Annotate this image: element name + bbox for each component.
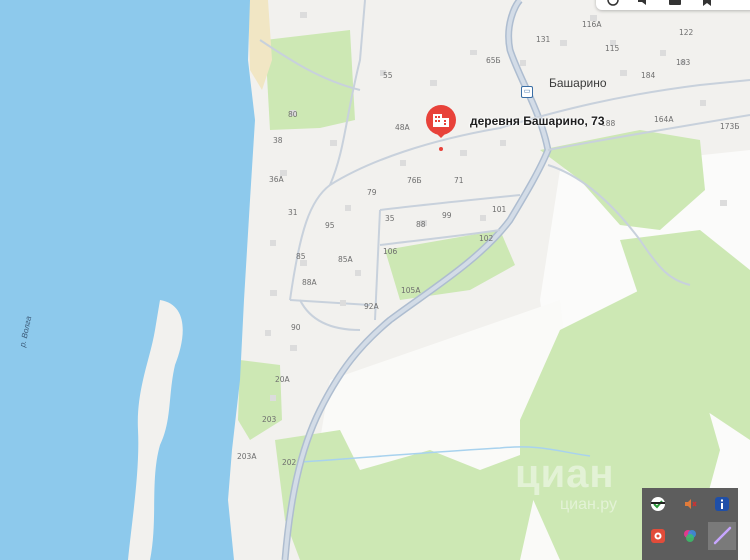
house-number: 65Б [486, 56, 501, 65]
house-number: 184 [641, 71, 656, 80]
house-number: 90 [291, 323, 301, 332]
river-volga [0, 0, 255, 560]
screenshot-icon[interactable] [668, 0, 682, 7]
house-number: 71 [454, 176, 464, 185]
watermark: циан [515, 452, 615, 496]
house-number: 203 [262, 415, 277, 424]
house-number: 88 [416, 220, 426, 229]
house-number: 79 [367, 188, 377, 197]
house-number: 38 [273, 136, 283, 145]
house-number: 183 [676, 58, 691, 67]
marker-label: деревня Башарино, 73 [470, 114, 605, 128]
map-canvas[interactable] [0, 0, 750, 560]
house-number: 80 [288, 110, 298, 119]
volume-icon[interactable] [682, 496, 698, 512]
house-number: 116А [582, 20, 602, 29]
color-app-icon[interactable] [682, 528, 698, 544]
house-number: 48А [395, 123, 410, 132]
house-number: 20А [275, 375, 290, 384]
house-number: 36А [269, 175, 284, 184]
house-number: 164А [654, 115, 674, 124]
bookmark-icon[interactable] [700, 0, 714, 7]
house-number: 92А [364, 302, 379, 311]
map-toolbar [596, 0, 750, 10]
house-number: 106 [383, 247, 398, 256]
pen-icon[interactable] [708, 522, 736, 550]
forest-patch [265, 30, 355, 130]
house-number: 122 [679, 28, 694, 37]
house-number: 85А [338, 255, 353, 264]
village-label: Башарино [549, 76, 607, 90]
house-number: 102 [479, 234, 494, 243]
house-number: 203А [237, 452, 257, 461]
system-tray [642, 488, 738, 560]
house-number: 101 [492, 205, 507, 214]
watermark-sub: циан.ру [560, 496, 617, 513]
house-number: 99 [442, 211, 452, 220]
house-number: 35 [385, 214, 395, 223]
house-number: 88А [302, 278, 317, 287]
bus-stop-icon[interactable]: ▭ [521, 86, 533, 98]
location-icon[interactable] [606, 0, 620, 7]
sound-icon[interactable] [636, 0, 650, 7]
house-number: 115 [605, 44, 620, 53]
house-number: 202 [282, 458, 297, 467]
record-icon[interactable] [650, 528, 666, 544]
house-number: 85 [296, 252, 306, 261]
marker-point [439, 147, 443, 151]
house-number: 173Б [720, 122, 740, 131]
house-number: 76Б [407, 176, 422, 185]
house-number: 31 [288, 208, 298, 217]
house-number: 131 [536, 35, 551, 44]
house-number: 55 [383, 71, 393, 80]
security-shield-icon[interactable] [650, 496, 666, 512]
info-icon[interactable] [714, 496, 730, 512]
house-number: 95 [325, 221, 335, 230]
location-marker[interactable] [422, 103, 460, 141]
house-number: 105А [401, 286, 421, 295]
